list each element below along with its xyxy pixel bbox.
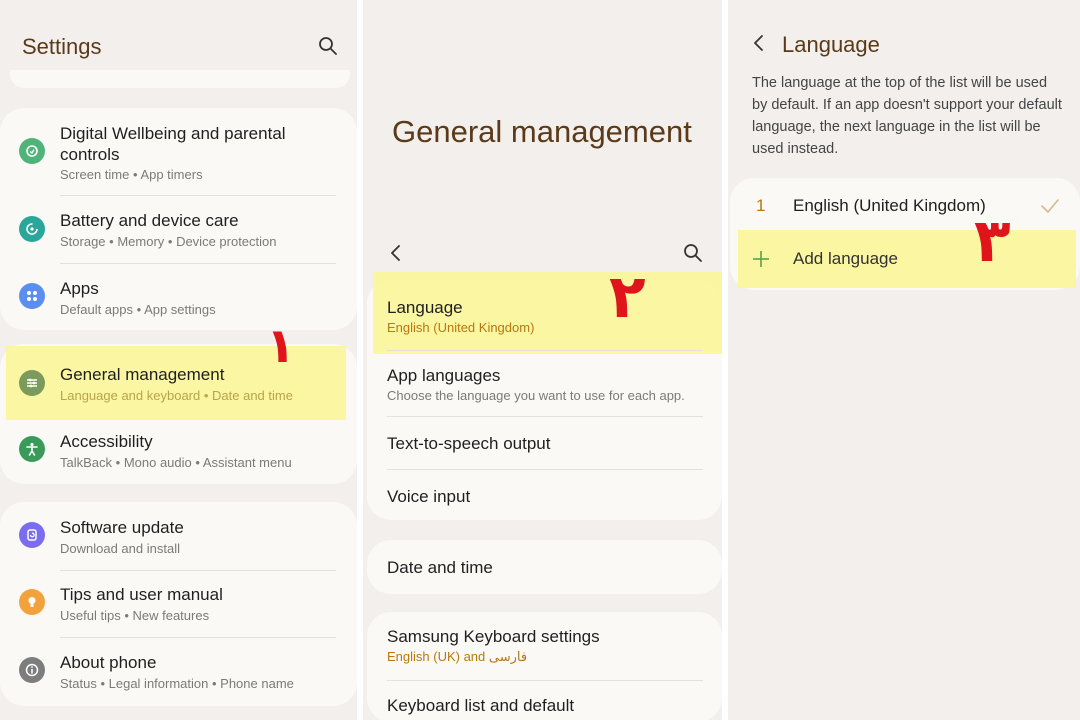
setting-item-about-phone[interactable]: About phone Status • Legal information •… [0, 647, 357, 702]
wellbeing-icon [19, 138, 45, 164]
checkmark-icon [1038, 194, 1062, 218]
search-icon[interactable] [316, 34, 340, 58]
setting-item-general-management[interactable]: General management Language and keyboard… [0, 359, 357, 414]
search-icon[interactable] [681, 241, 705, 265]
settings-panel: Settings ١ Digital Wellbeing and parenta… [0, 0, 357, 720]
item-subtitle: Useful tips • New features [60, 608, 210, 623]
general-item-tts[interactable]: Text-to-speech output [363, 432, 722, 458]
plus-icon [749, 247, 773, 271]
previous-card-edge [10, 70, 350, 88]
add-language-label: Add language [793, 249, 898, 268]
item-title: App languages [387, 366, 501, 385]
item-title: Voice input [387, 487, 471, 506]
item-subtitle: Download and install [60, 541, 180, 556]
divider [387, 680, 703, 681]
language-description: The language at the top of the list will… [752, 75, 1062, 157]
page-title: Settings [22, 34, 102, 59]
back-icon[interactable] [384, 241, 408, 265]
item-title: General management [60, 365, 225, 384]
divider [387, 350, 703, 351]
apps-icon [19, 283, 45, 309]
divider [60, 263, 336, 264]
setting-item-accessibility[interactable]: Accessibility TalkBack • Mono audio • As… [0, 426, 357, 481]
add-language-button[interactable]: Add language [728, 246, 1080, 272]
item-title: Apps [60, 279, 99, 298]
accessibility-icon [19, 436, 45, 462]
item-title: Digital Wellbeing and parental controls [60, 124, 286, 164]
general-management-panel: General management ٢ Language English (U… [363, 0, 722, 720]
language-rank: 1 [756, 196, 766, 215]
general-item-voice-input[interactable]: Voice input [363, 485, 722, 511]
general-item-language[interactable]: Language English (United Kingdom) [363, 296, 722, 342]
item-subtitle: Default apps • App settings [60, 302, 216, 317]
divider [60, 195, 336, 196]
item-subtitle: English (UK) and فارسی [387, 649, 528, 664]
software-update-icon [19, 522, 45, 548]
divider [60, 637, 336, 638]
item-subtitle: Status • Legal information • Phone name [60, 676, 294, 691]
setting-item-digital-wellbeing[interactable]: Digital Wellbeing and parental controls … [0, 118, 357, 188]
item-title: Tips and user manual [60, 585, 223, 604]
general-item-keyboard-list[interactable]: Keyboard list and default [363, 695, 722, 719]
setting-item-apps[interactable]: Apps Default apps • App settings [0, 273, 357, 328]
divider [60, 570, 336, 571]
item-subtitle: Screen time • App timers [60, 167, 203, 182]
item-subtitle: English (United Kingdom) [387, 320, 535, 335]
item-title: Software update [60, 518, 184, 537]
setting-item-software-update[interactable]: Software update Download and install [0, 512, 357, 567]
item-subtitle: Storage • Memory • Device protection [60, 234, 277, 249]
item-subtitle: Language and keyboard • Date and time [60, 388, 293, 403]
item-title: Samsung Keyboard settings [387, 627, 600, 646]
item-title: About phone [60, 653, 157, 672]
page-title: General management [392, 114, 692, 149]
item-subtitle: TalkBack • Mono audio • Assistant menu [60, 455, 292, 470]
item-title: Battery and device care [60, 211, 239, 230]
general-item-samsung-keyboard[interactable]: Samsung Keyboard settings English (UK) a… [363, 626, 722, 672]
page-title: Language [782, 32, 880, 57]
back-icon[interactable] [747, 31, 771, 55]
item-title: Accessibility [60, 432, 153, 451]
divider [387, 469, 703, 470]
item-title: Language [387, 298, 463, 317]
item-subtitle: Choose the language you want to use for … [387, 388, 685, 403]
language-name: English (United Kingdom) [793, 196, 986, 215]
language-item-english-uk[interactable]: 1 English (United Kingdom) [728, 194, 1080, 220]
setting-item-tips[interactable]: Tips and user manual Useful tips • New f… [0, 579, 357, 634]
general-item-date-time[interactable]: Date and time [363, 556, 722, 582]
general-item-app-languages[interactable]: App languages Choose the language you wa… [363, 364, 722, 410]
about-phone-icon [19, 657, 45, 683]
language-panel: Language The language at the top of the … [728, 0, 1080, 720]
setting-item-battery[interactable]: Battery and device care Storage • Memory… [0, 205, 357, 260]
battery-care-icon [19, 216, 45, 242]
item-title: Keyboard list and default [387, 696, 575, 715]
item-title: Text-to-speech output [387, 434, 551, 453]
general-management-icon [19, 370, 45, 396]
item-title: Date and time [387, 558, 493, 577]
tips-icon [19, 589, 45, 615]
divider [387, 416, 703, 417]
